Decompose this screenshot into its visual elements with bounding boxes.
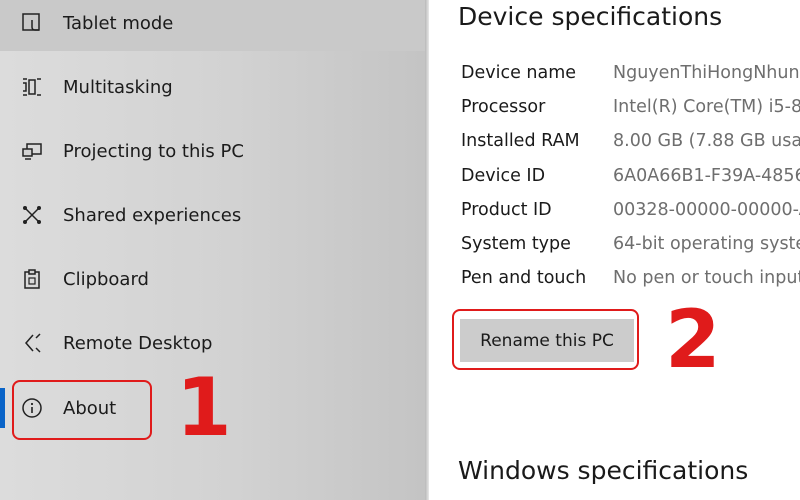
step-2-annotation: 2 — [665, 293, 721, 386]
sidebar-item-label: Projecting to this PC — [63, 140, 244, 162]
sidebar-item-label: Tablet mode — [63, 12, 174, 34]
spec-value-pen-and-touch: No pen or touch input — [613, 268, 800, 288]
spec-value-installed-ram: 8.00 GB (7.88 GB usable — [613, 131, 800, 151]
about-panel: Device specifications Device name Nguyen… — [429, 0, 800, 500]
sidebar-item-label: Multitasking — [63, 76, 173, 98]
spec-label-device-name: Device name — [461, 63, 577, 83]
multitasking-icon — [20, 75, 44, 99]
sidebar-item-clipboard[interactable]: Clipboard — [0, 251, 425, 307]
step-1-annotation: 1 — [176, 361, 232, 454]
spec-label-device-id: Device ID — [461, 166, 546, 186]
spec-label-pen-and-touch: Pen and touch — [461, 268, 587, 288]
spec-label-product-id: Product ID — [461, 200, 552, 220]
sidebar-item-label: Clipboard — [63, 268, 149, 290]
spec-value-device-id: 6A0A66B1-F39A-4856- — [613, 166, 800, 186]
sidebar-item-label: Shared experiences — [63, 204, 242, 226]
spec-value-product-id: 00328-00000-00000-A — [613, 200, 800, 220]
tablet-mode-icon — [20, 11, 44, 35]
spec-value-processor: Intel(R) Core(TM) i5-82 — [613, 97, 800, 117]
about-highlight-box — [12, 380, 152, 440]
spec-value-device-name: NguyenThiHongNhung — [613, 63, 800, 83]
windows-specifications-title: Windows specifications — [458, 456, 749, 485]
projecting-icon — [20, 139, 44, 163]
device-specifications-title: Device specifications — [458, 2, 723, 31]
sidebar-item-multitasking[interactable]: Multitasking — [0, 59, 425, 115]
clipboard-icon — [20, 267, 44, 291]
shared-experiences-icon — [20, 203, 44, 227]
spec-value-system-type: 64-bit operating system — [613, 234, 800, 254]
spec-label-installed-ram: Installed RAM — [461, 131, 580, 151]
sidebar-item-projecting[interactable]: Projecting to this PC — [0, 123, 425, 179]
active-indicator — [0, 388, 5, 428]
spec-label-processor: Processor — [461, 97, 546, 117]
spec-label-system-type: System type — [461, 234, 571, 254]
sidebar-item-label: Remote Desktop — [63, 332, 213, 354]
rename-highlight-box — [452, 309, 639, 370]
sidebar-item-tablet-mode[interactable]: Tablet mode — [0, 0, 425, 51]
remote-desktop-icon — [20, 331, 44, 355]
sidebar-item-shared-experiences[interactable]: Shared experiences — [0, 187, 425, 243]
settings-sidebar: Tablet mode Multitasking Projecting to t… — [0, 0, 425, 500]
